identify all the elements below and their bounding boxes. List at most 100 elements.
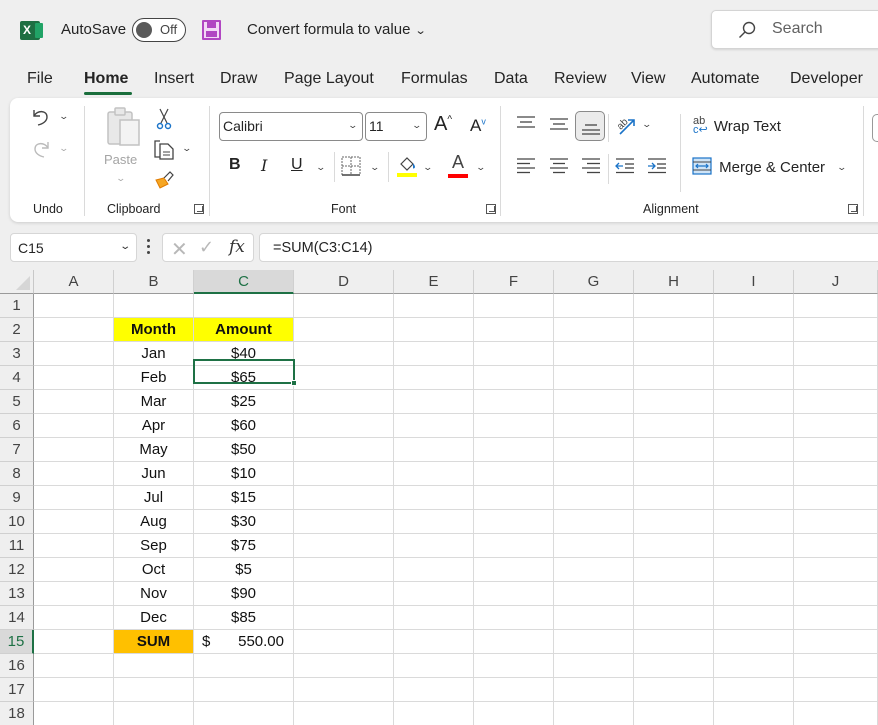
cell-j18[interactable] — [794, 702, 878, 725]
cell-i10[interactable] — [714, 510, 794, 534]
row-header-1[interactable]: 1 — [0, 294, 34, 318]
increase-indent-icon[interactable] — [647, 158, 667, 174]
insert-function-icon[interactable]: fx — [229, 237, 245, 257]
cell-i17[interactable] — [714, 678, 794, 702]
cell-h14[interactable] — [634, 606, 714, 630]
cell-g16[interactable] — [554, 654, 634, 678]
cell-month[interactable]: Aug — [114, 510, 194, 534]
column-header-i[interactable]: I — [714, 270, 794, 294]
enter-icon[interactable]: ✓ — [199, 237, 214, 258]
save-icon[interactable] — [202, 20, 221, 40]
cell-e10[interactable] — [394, 510, 474, 534]
worksheet-grid[interactable]: ABCDEFGHIJ 1 2 3 4 5 6 7 8 9 10 11 12 13 14 15 16 17 18 M… — [0, 270, 878, 725]
cell-f18[interactable] — [474, 702, 554, 725]
cell-amount[interactable]: $30 — [194, 510, 294, 534]
cell-f10[interactable] — [474, 510, 554, 534]
cell-j12[interactable] — [794, 558, 878, 582]
cell-month[interactable]: Oct — [114, 558, 194, 582]
cell-f15[interactable] — [474, 630, 554, 654]
cell-f8[interactable] — [474, 462, 554, 486]
column-header-c[interactable]: C — [194, 270, 294, 294]
cell-a17[interactable] — [34, 678, 114, 702]
italic-button[interactable]: I — [261, 156, 267, 175]
cell-g12[interactable] — [554, 558, 634, 582]
cell-h16[interactable] — [634, 654, 714, 678]
font-color-button[interactable]: A — [447, 152, 469, 178]
cell-amount[interactable]: $10 — [194, 462, 294, 486]
cell-d13[interactable] — [294, 582, 394, 606]
row-header-16[interactable]: 16 — [0, 654, 34, 678]
cell-e17[interactable] — [394, 678, 474, 702]
borders-dropdown-chevron-icon[interactable]: ⌄ — [369, 162, 380, 173]
cell-e16[interactable] — [394, 654, 474, 678]
cell-i18[interactable] — [714, 702, 794, 725]
cell-b15-sum-label[interactable]: SUM — [114, 630, 194, 654]
cell-e18[interactable] — [394, 702, 474, 725]
decrease-font-size-button[interactable]: Av — [470, 116, 486, 136]
undo-dropdown-chevron-icon[interactable]: ⌄ — [58, 111, 69, 122]
cell-f6[interactable] — [474, 414, 554, 438]
decrease-indent-icon[interactable] — [615, 158, 635, 174]
cell-i9[interactable] — [714, 486, 794, 510]
cell-a15[interactable] — [34, 630, 114, 654]
cell-i13[interactable] — [714, 582, 794, 606]
cell-month[interactable]: Jul — [114, 486, 194, 510]
cell-a6[interactable] — [34, 414, 114, 438]
row-header-11[interactable]: 11 — [0, 534, 34, 558]
cell-g4[interactable] — [554, 366, 634, 390]
cell-a7[interactable] — [34, 438, 114, 462]
row-header-18[interactable]: 18 — [0, 702, 34, 725]
redo-dropdown-chevron-icon[interactable]: ⌄ — [58, 143, 69, 154]
paste-icon[interactable] — [106, 106, 142, 148]
cell-g15[interactable] — [554, 630, 634, 654]
row-header-6[interactable]: 6 — [0, 414, 34, 438]
row-header-15[interactable]: 15 — [0, 630, 34, 654]
cell-d15[interactable] — [294, 630, 394, 654]
cell-h2[interactable] — [634, 318, 714, 342]
redo-icon[interactable] — [30, 138, 52, 160]
cell-e4[interactable] — [394, 366, 474, 390]
cell-amount[interactable]: $25 — [194, 390, 294, 414]
row-header-3[interactable]: 3 — [0, 342, 34, 366]
cell-month[interactable]: May — [114, 438, 194, 462]
cell-c17[interactable] — [194, 678, 294, 702]
cell-b1[interactable] — [114, 294, 194, 318]
more-options-icon[interactable] — [147, 239, 150, 255]
increase-font-size-button[interactable]: A^ — [434, 113, 452, 136]
cell-g18[interactable] — [554, 702, 634, 725]
tab-review[interactable]: Review — [554, 70, 606, 88]
cell-amount[interactable]: $85 — [194, 606, 294, 630]
cell-f16[interactable] — [474, 654, 554, 678]
middle-align-icon[interactable] — [549, 118, 569, 132]
cell-i4[interactable] — [714, 366, 794, 390]
cell-month[interactable]: Apr — [114, 414, 194, 438]
paste-dropdown-chevron-icon[interactable]: ⌄ — [115, 173, 126, 184]
cell-h4[interactable] — [634, 366, 714, 390]
cell-i8[interactable] — [714, 462, 794, 486]
cell-j15[interactable] — [794, 630, 878, 654]
cell-b2-month-header[interactable]: Month — [114, 318, 194, 342]
cell-d9[interactable] — [294, 486, 394, 510]
cell-c18[interactable] — [194, 702, 294, 725]
bold-button[interactable]: B — [229, 156, 241, 174]
wrap-text-button[interactable]: ab c↩ Wrap Text — [693, 116, 781, 136]
align-center-icon[interactable] — [549, 158, 569, 174]
cell-h1[interactable] — [634, 294, 714, 318]
cell-e13[interactable] — [394, 582, 474, 606]
cell-h7[interactable] — [634, 438, 714, 462]
cell-a3[interactable] — [34, 342, 114, 366]
cell-h6[interactable] — [634, 414, 714, 438]
column-header-a[interactable]: A — [34, 270, 114, 294]
cell-amount[interactable]: $65 — [194, 366, 294, 390]
tab-insert[interactable]: Insert — [154, 70, 194, 88]
cell-g6[interactable] — [554, 414, 634, 438]
row-header-7[interactable]: 7 — [0, 438, 34, 462]
cancel-icon[interactable]: ✕ — [171, 237, 188, 262]
top-align-icon[interactable] — [516, 116, 536, 130]
cell-d18[interactable] — [294, 702, 394, 725]
cell-f9[interactable] — [474, 486, 554, 510]
cell-j8[interactable] — [794, 462, 878, 486]
underline-button[interactable]: U — [291, 156, 303, 174]
cell-i14[interactable] — [714, 606, 794, 630]
merge-center-button[interactable]: Merge & Center — [692, 157, 825, 176]
